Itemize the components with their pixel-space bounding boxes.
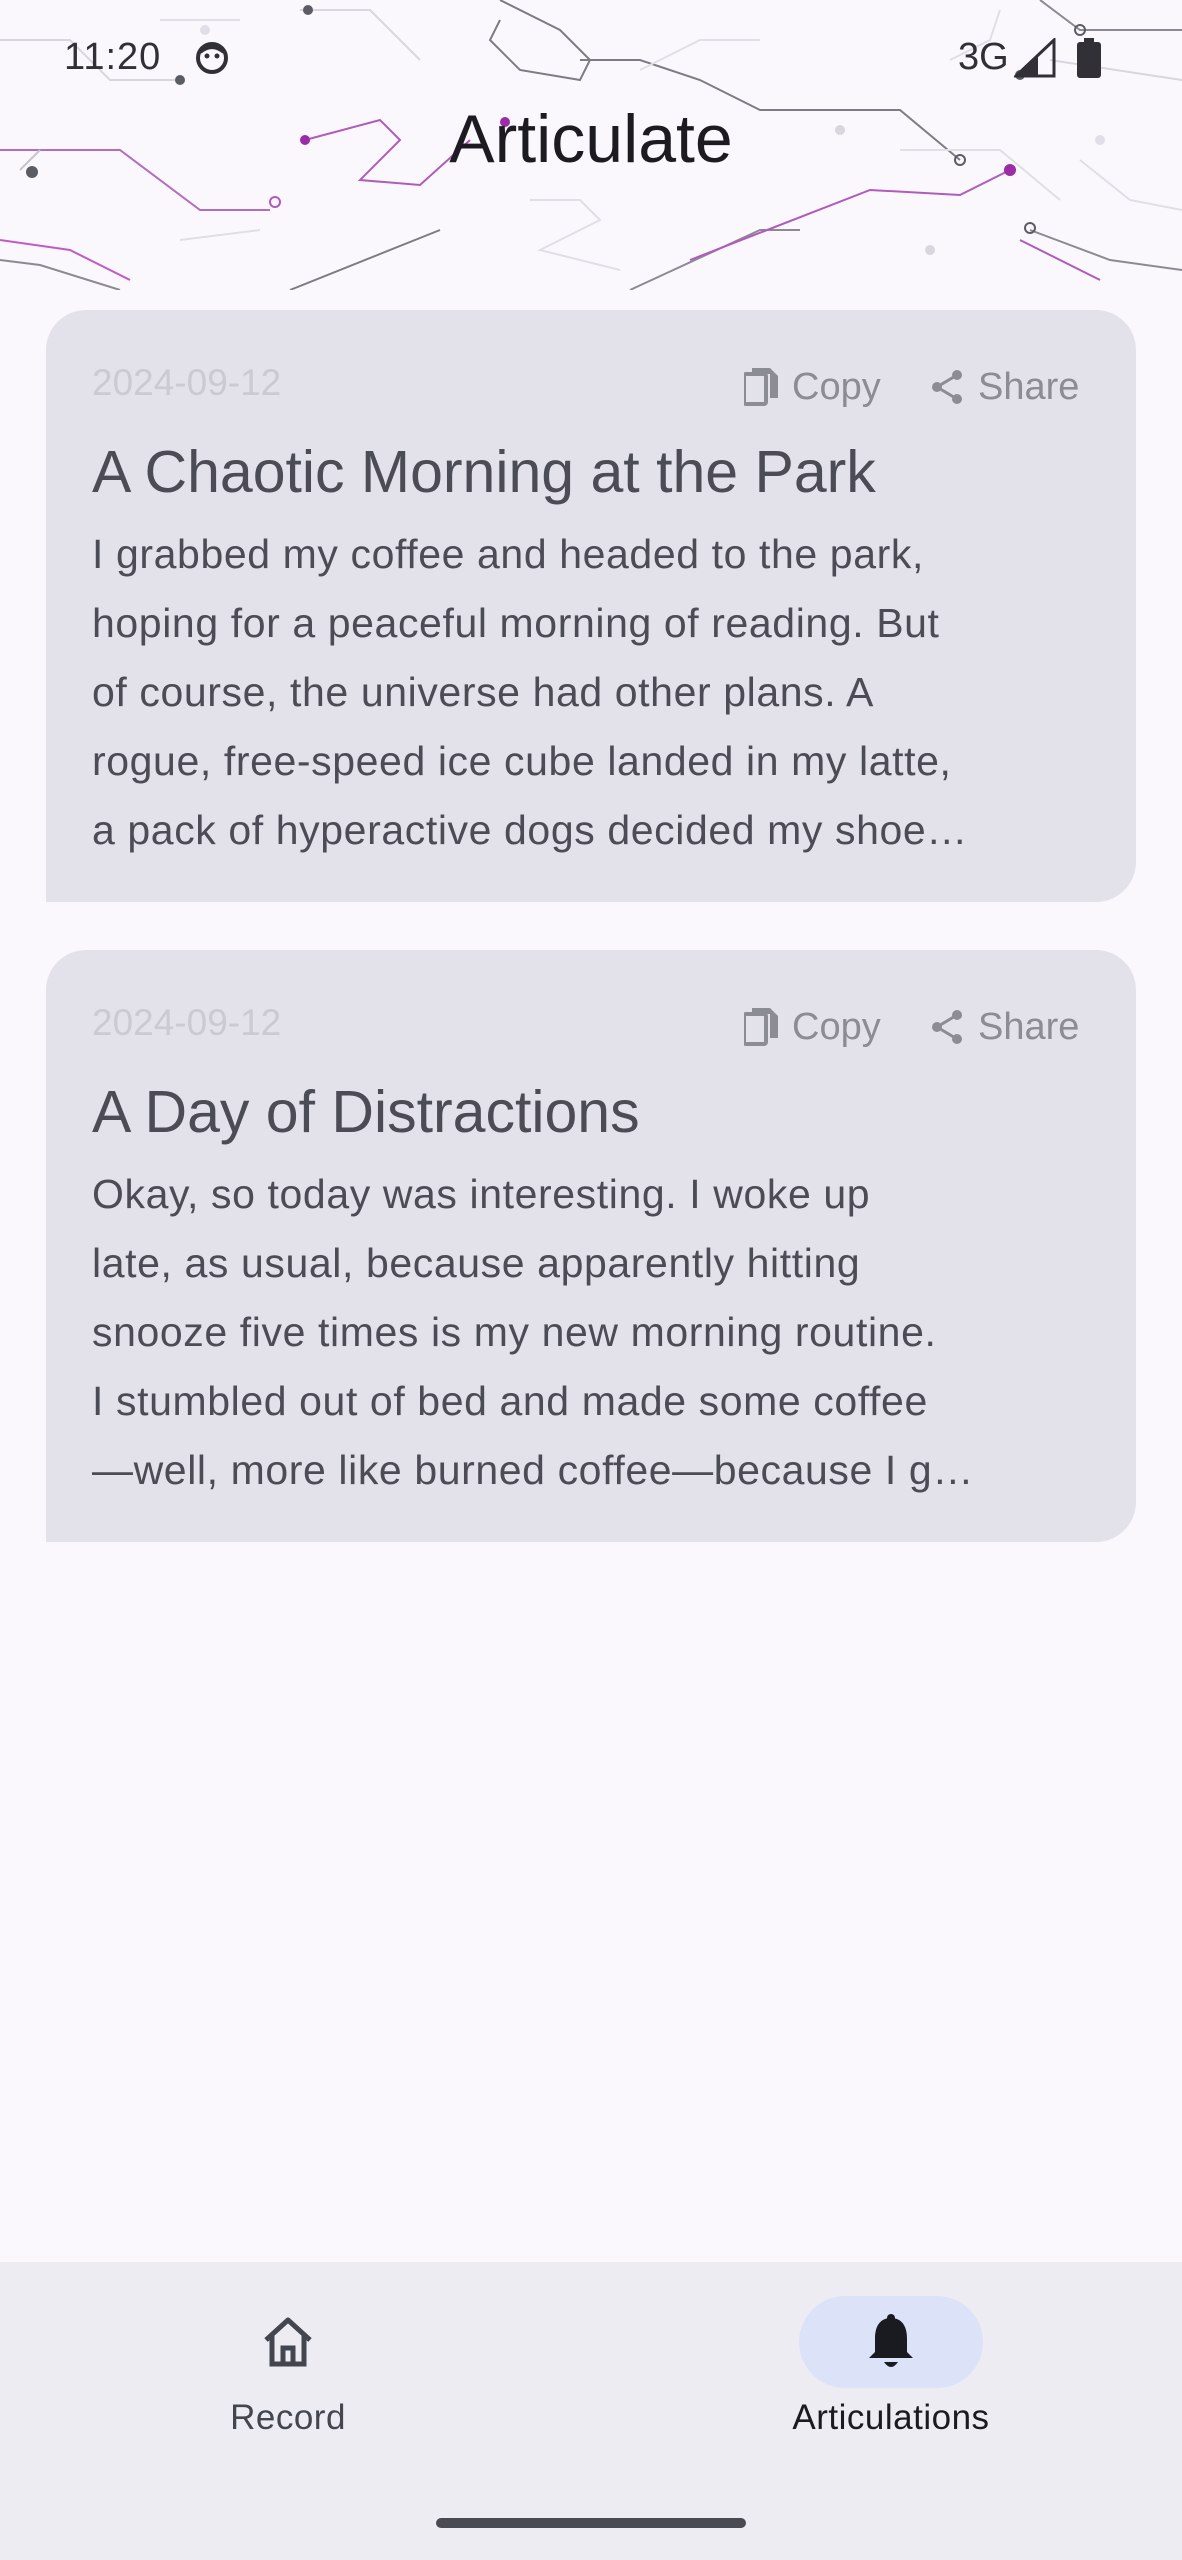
card-title: A Chaotic Morning at the Park [92,439,876,505]
card-body-line: rogue, free-speed ice cube landed in my … [92,738,952,784]
copy-label: Copy [792,1005,881,1048]
nav-label-articulations: Articulations [792,2398,990,2437]
share-icon [932,370,962,404]
share-label: Share [978,365,1080,408]
card-body-line: I grabbed my coffee and headed to the pa… [92,531,924,577]
face-icon [196,42,228,74]
signal-icon [1014,38,1056,78]
articulation-card[interactable]: 2024-09-12 Copy Share A Day of Distracti… [46,950,1136,1542]
app-title: Articulate [449,101,733,177]
copy-button[interactable]: Copy [744,1002,881,1052]
screen: 11:20 3G Articulate 2024-09-12 Copy Shar… [0,0,1182,2560]
status-time: 11:20 [64,36,162,78]
card-date: 2024-09-12 [92,1002,282,1043]
nav-item-articulations[interactable]: Articulations [691,2262,1091,2462]
battery-icon [1077,38,1101,78]
nav-item-record[interactable]: Record [88,2262,488,2462]
bell-icon [869,2314,913,2367]
card-body-line: a pack of hyperactive dogs decided my sh… [92,807,968,853]
home-icon [264,2317,312,2367]
bottom-navigation: Record Articulations [0,2262,1182,2560]
share-icon [932,1010,962,1044]
card-date: 2024-09-12 [92,362,282,403]
card-body: Okay, so today was interesting. I woke u… [92,1160,1102,1505]
card-body: I grabbed my coffee and headed to the pa… [92,520,1102,865]
share-button[interactable]: Share [930,1002,1079,1052]
card-body-line: I stumbled out of bed and made some coff… [92,1378,928,1424]
header: 11:20 3G Articulate [0,0,1182,290]
copy-label: Copy [792,365,881,408]
copy-icon [744,1008,778,1046]
card-title: A Day of Distractions [92,1079,640,1145]
copy-icon [744,368,778,406]
nav-label-record: Record [230,2398,346,2437]
share-button[interactable]: Share [930,362,1079,412]
card-body-line: hoping for a peaceful morning of reading… [92,600,940,646]
network-type: 3G [958,36,1009,78]
copy-button[interactable]: Copy [744,362,881,412]
nav-icon-container [196,2296,380,2388]
share-label: Share [978,1005,1080,1048]
card-body-line: Okay, so today was interesting. I woke u… [92,1171,871,1217]
articulation-card[interactable]: 2024-09-12 Copy Share A Chaotic Morning … [46,310,1136,902]
card-body-line: snooze five times is my new morning rout… [92,1309,937,1355]
home-indicator[interactable] [436,2518,746,2528]
card-body-line: of course, the universe had other plans.… [92,669,874,715]
nav-icon-container-selected [799,2296,983,2388]
card-body-line: late, as usual, because apparently hitti… [92,1240,861,1286]
card-body-line: —well, more like burned coffee—because I… [92,1447,974,1493]
